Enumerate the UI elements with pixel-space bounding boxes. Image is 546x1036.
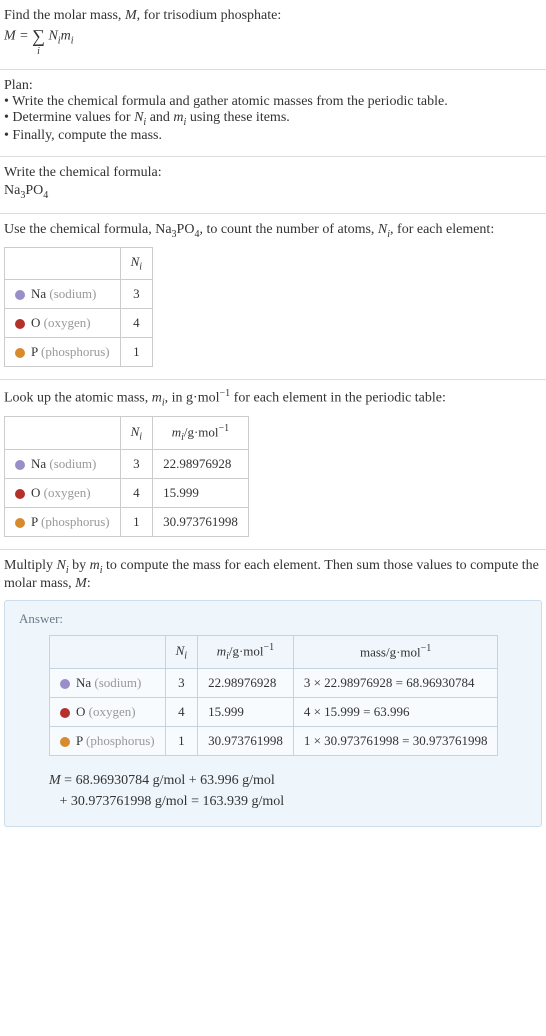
plan-bullet-2: • Determine values for Ni and mi using t… [4, 110, 542, 128]
lookup-text: Look up the atomic mass, mi, in g·mol−1 … [4, 388, 542, 408]
oxygen-swatch-icon [15, 489, 25, 499]
table-row: O (oxygen) 4 15.999 [5, 479, 249, 508]
intro-var: M [125, 8, 137, 23]
count-section: Use the chemical formula, Na3PO4, to cou… [0, 214, 546, 380]
table-row: P (phosphorus) 1 30.973761998 [5, 508, 249, 537]
final-result: M = 68.96930784 g/mol + 63.996 g/mol + 3… [49, 770, 527, 812]
oxygen-swatch-icon [15, 319, 25, 329]
chemical-formula: Na3PO4 [4, 183, 542, 201]
lookup-section: Look up the atomic mass, mi, in g·mol−1 … [0, 380, 546, 550]
intro-section: Find the molar mass, M, for trisodium ph… [0, 0, 546, 70]
table-row: Na (sodium) 3 [5, 279, 153, 308]
intro-post: , for trisodium phosphate: [137, 8, 282, 23]
count-table: Ni Na (sodium) 3 O (oxygen) 4 P (phospho… [4, 247, 153, 367]
answer-box: Answer: Ni mi/g·mol−1 mass/g·mol−1 Na (s… [4, 600, 542, 827]
phosphorus-swatch-icon [60, 737, 70, 747]
plan-section: Plan: • Write the chemical formula and g… [0, 70, 546, 157]
phosphorus-swatch-icon [15, 348, 25, 358]
intro-pre: Find the molar mass, [4, 8, 125, 23]
plan-bullet-1: • Write the chemical formula and gather … [4, 94, 542, 110]
sodium-swatch-icon [60, 679, 70, 689]
answer-table: Ni mi/g·mol−1 mass/g·mol−1 Na (sodium) 3… [49, 635, 498, 756]
oxygen-swatch-icon [60, 708, 70, 718]
answer-section: Multiply Ni by mi to compute the mass fo… [0, 550, 546, 839]
sodium-swatch-icon [15, 460, 25, 470]
lookup-table: Ni mi/g·mol−1 Na (sodium) 3 22.98976928 … [4, 416, 249, 537]
multiply-text: Multiply Ni by mi to compute the mass fo… [4, 558, 542, 592]
intro-text: Find the molar mass, M, for trisodium ph… [4, 8, 542, 24]
table-row: P (phosphorus) 1 30.973761998 1 × 30.973… [50, 727, 498, 756]
sodium-swatch-icon [15, 290, 25, 300]
count-text: Use the chemical formula, Na3PO4, to cou… [4, 222, 542, 240]
table-row: P (phosphorus) 1 [5, 337, 153, 366]
molar-mass-formula: M = ∑i Nimi [4, 26, 542, 57]
answer-label: Answer: [19, 611, 527, 627]
phosphorus-swatch-icon [15, 518, 25, 528]
table-row: Na (sodium) 3 22.98976928 [5, 450, 249, 479]
table-row: Na (sodium) 3 22.98976928 3 × 22.9897692… [50, 669, 498, 698]
write-formula-section: Write the chemical formula: Na3PO4 [0, 157, 546, 214]
plan-bullet-3: • Finally, compute the mass. [4, 128, 542, 144]
table-row: O (oxygen) 4 [5, 308, 153, 337]
plan-title: Plan: [4, 78, 542, 94]
table-row: O (oxygen) 4 15.999 4 × 15.999 = 63.996 [50, 698, 498, 727]
write-title: Write the chemical formula: [4, 165, 542, 181]
